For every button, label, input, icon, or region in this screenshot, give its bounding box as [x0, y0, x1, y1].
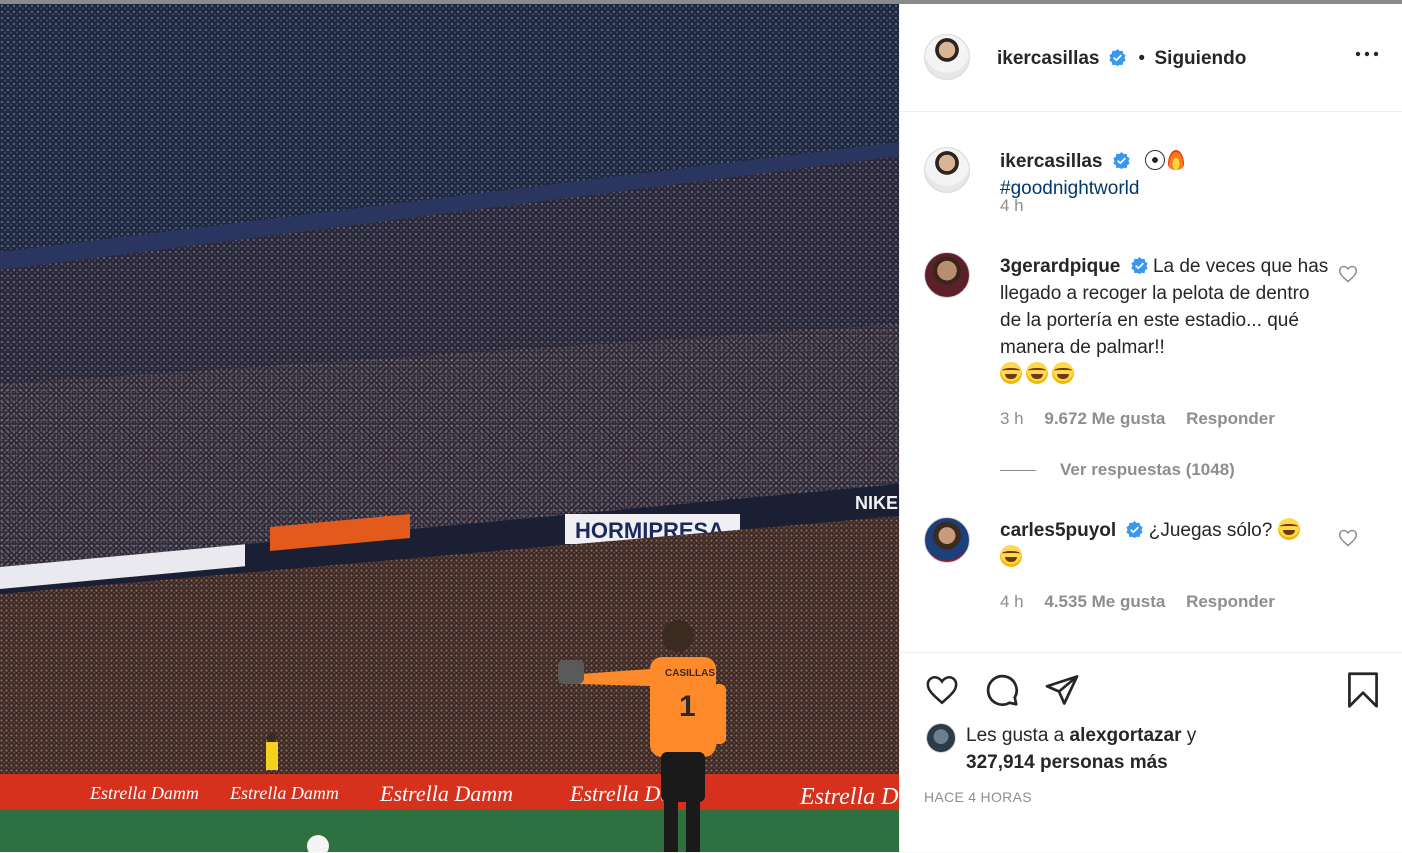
comment-meta: 3 h 9.672 Me gusta Responder [1000, 409, 1291, 429]
view-replies-button[interactable]: Ver respuestas (1048) [1000, 460, 1235, 480]
more-options-icon[interactable] [1355, 48, 1379, 60]
svg-text:NIKE: NIKE [855, 493, 898, 513]
laughing-emoji-icon [1000, 545, 1022, 567]
avatar[interactable] [924, 34, 970, 80]
post-header: ikercasillas • Siguiendo [900, 4, 1402, 112]
comment-bubble-icon[interactable] [984, 672, 1020, 708]
laughing-emoji-icon [1000, 362, 1022, 384]
soccer-ball-emoji-icon [1145, 150, 1166, 170]
verified-badge-icon [1126, 521, 1144, 538]
header-username[interactable]: ikercasillas [997, 48, 1099, 69]
likes-count[interactable]: 327,914 personas más [966, 752, 1168, 773]
comment-likes[interactable]: 9.672 Me gusta [1044, 409, 1165, 428]
verified-badge-icon [1109, 49, 1126, 66]
comment-username[interactable]: carles5puyol [1000, 520, 1116, 541]
svg-text:Estrella Damm: Estrella Damm [379, 781, 513, 806]
liker-avatar[interactable] [926, 723, 956, 753]
svg-text:Estrella Damm: Estrella Damm [89, 783, 199, 803]
like-heart-icon[interactable] [924, 673, 960, 707]
fire-emoji-icon [1168, 150, 1185, 170]
following-button[interactable]: Siguiendo [1155, 48, 1247, 69]
replies-divider [1000, 470, 1036, 472]
comment-avatar[interactable] [924, 517, 970, 563]
stadium-illustration: HORMIPRESA NIKE Estrella Damm Estrella D… [0, 4, 899, 852]
post-details-panel: ikercasillas • Siguiendo ikercasillas #g… [899, 4, 1402, 852]
svg-text:CASILLAS: CASILLAS [665, 668, 715, 679]
laughing-emoji-icon [1277, 518, 1300, 540]
comment-meta: 4 h 4.535 Me gusta Responder [1000, 592, 1291, 612]
reply-button[interactable]: Responder [1186, 592, 1275, 611]
like-comment-heart-icon[interactable] [1338, 264, 1358, 284]
likes-count-line: 327,914 personas más [966, 752, 1168, 774]
view-replies-label: Ver respuestas (1048) [1060, 460, 1235, 479]
caption-time[interactable]: 4 h [1000, 196, 1024, 216]
like-comment-heart-icon[interactable] [1338, 528, 1358, 548]
svg-text:Estrella Damm: Estrella Damm [229, 783, 339, 803]
likes-prefix: Les gusta a [966, 725, 1065, 746]
save-bookmark-icon[interactable] [1346, 671, 1380, 709]
separator-dot: • [1138, 48, 1146, 69]
comment-time[interactable]: 4 h [1000, 592, 1024, 611]
comment-body: 3gerardpique La de veces que has llegado… [1000, 253, 1330, 388]
caption-avatar[interactable] [924, 147, 970, 193]
verified-badge-icon [1130, 257, 1148, 274]
comment-time[interactable]: 3 h [1000, 409, 1024, 428]
caption-username[interactable]: ikercasillas [1000, 151, 1102, 172]
post-timestamp[interactable]: HACE 4 HORAS [924, 789, 1032, 805]
likes-conjunction: y [1186, 725, 1197, 746]
header-user-line: ikercasillas • Siguiendo [997, 48, 1246, 70]
comment-body: carles5puyol ¿Juegas sólo? [1000, 517, 1330, 571]
verified-badge-icon [1113, 152, 1130, 169]
laughing-emoji-icon [1052, 362, 1074, 384]
comment-username[interactable]: 3gerardpique [1000, 256, 1120, 277]
liker-username[interactable]: alexgortazar [1070, 725, 1182, 746]
svg-text:1: 1 [679, 690, 696, 723]
laughing-emoji-icon [1026, 362, 1048, 384]
svg-text:Estrella Dam: Estrella Dam [799, 784, 899, 810]
reply-button[interactable]: Responder [1186, 409, 1275, 428]
comment-text: ¿Juegas sólo? [1148, 520, 1273, 541]
caption-text: ikercasillas #goodnightworld [1000, 148, 1330, 202]
post-image[interactable]: HORMIPRESA NIKE Estrella Damm Estrella D… [0, 4, 899, 852]
comment-likes[interactable]: 4.535 Me gusta [1044, 592, 1165, 611]
likes-summary: Les gusta a alexgortazar y [966, 725, 1196, 747]
comment-avatar[interactable] [924, 252, 970, 298]
post-actions: Les gusta a alexgortazar y 327,914 perso… [900, 652, 1402, 853]
share-paper-plane-icon[interactable] [1044, 672, 1080, 708]
